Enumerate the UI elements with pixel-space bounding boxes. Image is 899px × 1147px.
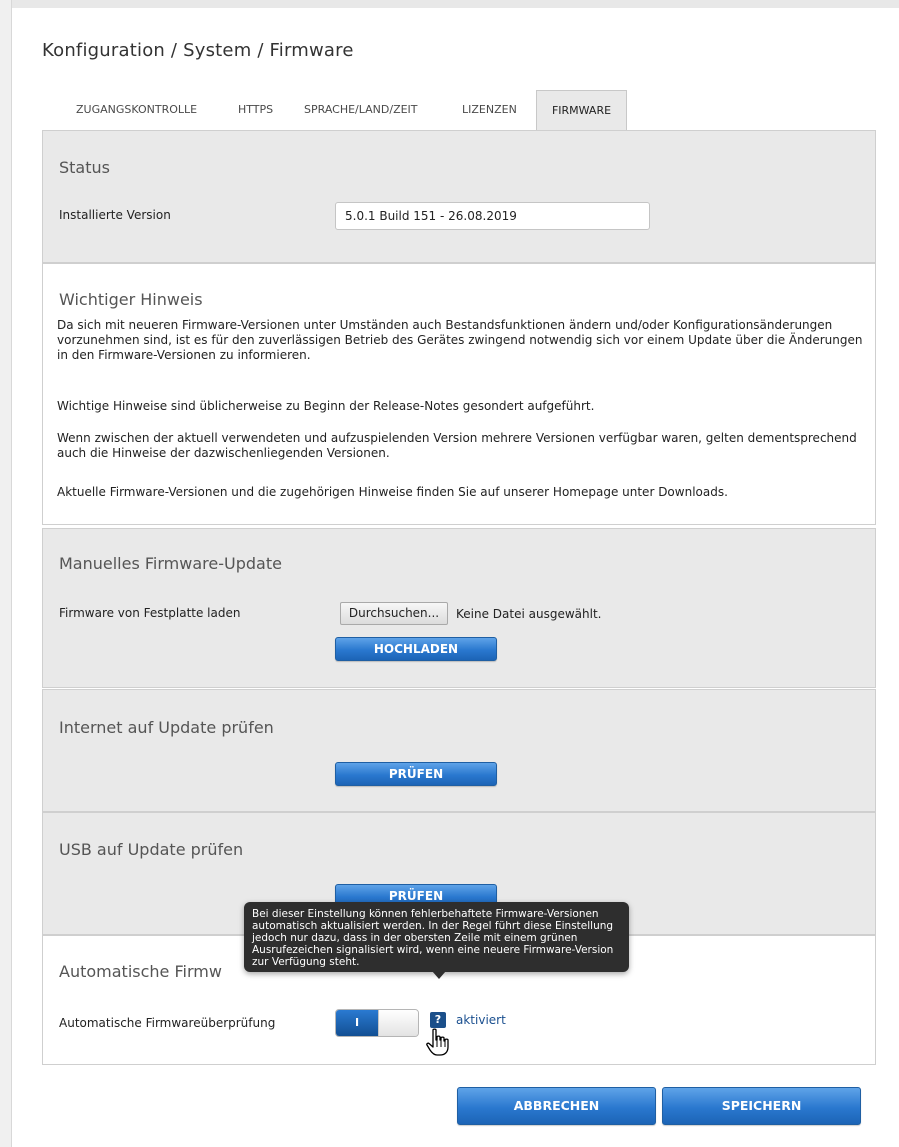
status-section: Status Installierte Version 5.0.1 Build … xyxy=(42,130,876,263)
internet-check-button[interactable]: PRÜFEN xyxy=(335,762,497,786)
file-status-text: Keine Datei ausgewählt. xyxy=(456,607,602,621)
left-sidebar-edge xyxy=(0,0,12,1147)
auto-check-title: Automatische Firmw xyxy=(59,962,222,981)
tooltip-arrow xyxy=(432,971,446,979)
toggle-on-indicator: I xyxy=(336,1010,378,1036)
auto-check-label: Automatische Firmwareüberprüfung xyxy=(59,1016,276,1030)
notice-paragraph: Aktuelle Firmware-Versionen und die zuge… xyxy=(57,485,728,499)
browse-button[interactable]: Durchsuchen... xyxy=(340,602,448,625)
auto-check-status-link[interactable]: aktiviert xyxy=(456,1013,506,1027)
hand-cursor-icon xyxy=(426,1028,449,1056)
help-icon[interactable]: ? xyxy=(430,1012,446,1028)
tab-lizenzen[interactable]: LIZENZEN xyxy=(462,90,526,131)
manual-update-title: Manuelles Firmware-Update xyxy=(59,554,282,573)
manual-update-section: Manuelles Firmware-Update Firmware von F… xyxy=(42,528,876,688)
tab-https[interactable]: HTTPS xyxy=(238,90,284,131)
tab-firmware[interactable]: FIRMWARE xyxy=(536,90,627,132)
internet-check-title: Internet auf Update prüfen xyxy=(59,718,274,737)
installed-version-label: Installierte Version xyxy=(59,208,171,222)
notice-paragraph: Da sich mit neueren Firmware-Versionen u… xyxy=(57,318,863,362)
firmware-file-label: Firmware von Festplatte laden xyxy=(59,606,241,620)
cancel-button[interactable]: ABBRECHEN xyxy=(457,1087,656,1125)
toggle-knob xyxy=(378,1010,418,1036)
status-title: Status xyxy=(59,158,110,177)
usb-check-title: USB auf Update prüfen xyxy=(59,840,244,859)
help-tooltip: Bei dieser Einstellung können fehlerbeha… xyxy=(244,902,629,972)
top-bar xyxy=(0,0,899,8)
tab-zugangskontrolle[interactable]: ZUGANGSKONTROLLE xyxy=(76,90,218,131)
notice-paragraph: Wichtige Hinweise sind üblicherweise zu … xyxy=(57,399,595,413)
save-button[interactable]: SPEICHERN xyxy=(662,1087,861,1125)
tab-sprache-land-zeit[interactable]: SPRACHE/LAND/ZEIT xyxy=(304,90,444,131)
auto-check-toggle[interactable]: I xyxy=(335,1009,419,1037)
notice-section: Wichtiger Hinweis Da sich mit neueren Fi… xyxy=(42,263,876,525)
installed-version-field[interactable]: 5.0.1 Build 151 - 26.08.2019 xyxy=(335,202,650,230)
notice-title: Wichtiger Hinweis xyxy=(59,290,203,309)
breadcrumb: Konfiguration / System / Firmware xyxy=(42,40,354,61)
notice-paragraph: Wenn zwischen der aktuell verwendeten un… xyxy=(57,431,857,460)
internet-check-section: Internet auf Update prüfen PRÜFEN xyxy=(42,689,876,812)
upload-button[interactable]: HOCHLADEN xyxy=(335,637,497,661)
